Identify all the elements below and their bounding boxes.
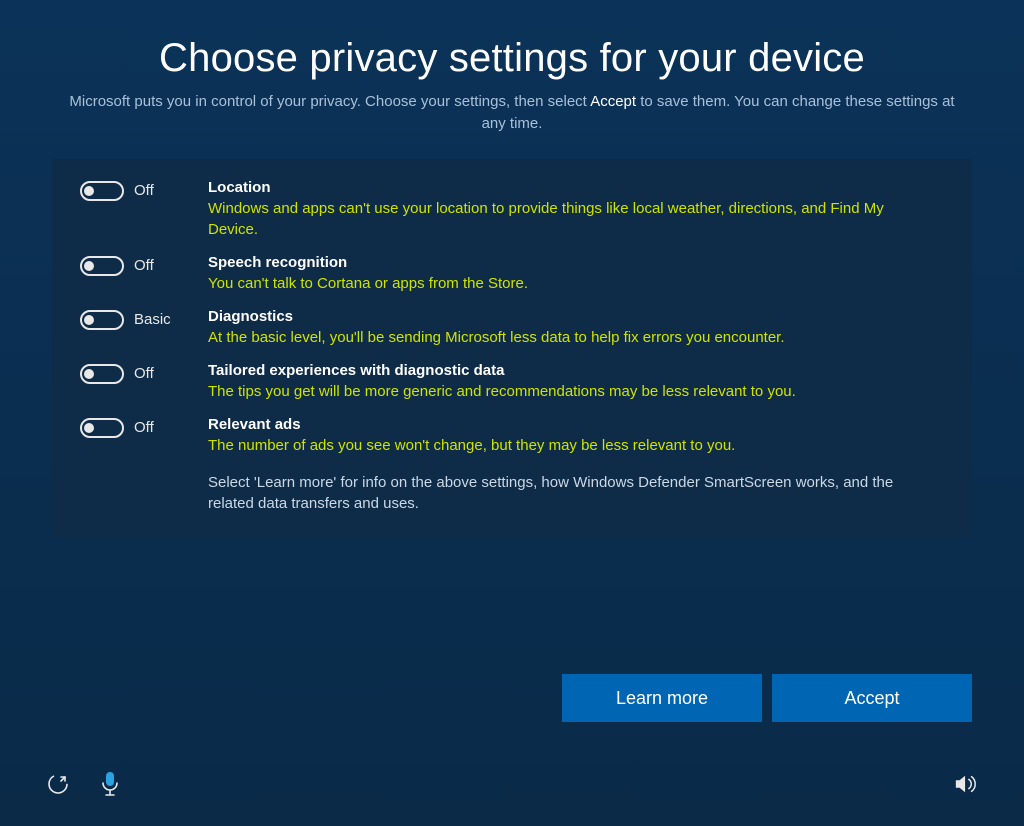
toggle-col: Basic (80, 308, 208, 330)
setting-body: Diagnostics At the basic level, you'll b… (208, 308, 932, 348)
privacy-settings-window: Choose privacy settings for your device … (0, 0, 1024, 826)
toggle-label-location: Off (134, 182, 154, 199)
page-title: Choose privacy settings for your device (60, 36, 964, 81)
setting-body: Speech recognition You can't talk to Cor… (208, 254, 932, 294)
page-subtitle: Microsoft puts you in control of your pr… (60, 91, 964, 135)
accept-button[interactable]: Accept (772, 674, 972, 722)
toggle-col: Off (80, 179, 208, 201)
setting-title-tailored: Tailored experiences with diagnostic dat… (208, 362, 932, 379)
setting-title-location: Location (208, 179, 932, 196)
footer-note-row: Select 'Learn more' for info on the abov… (80, 472, 932, 514)
setting-desc-diagnostics: At the basic level, you'll be sending Mi… (208, 327, 932, 348)
bottom-bar (46, 772, 978, 796)
setting-desc-speech: You can't talk to Cortana or apps from t… (208, 273, 932, 294)
header: Choose privacy settings for your device … (0, 0, 1024, 151)
setting-body: Location Windows and apps can't use your… (208, 179, 932, 240)
setting-title-speech: Speech recognition (208, 254, 932, 271)
toggle-col: Off (80, 362, 208, 384)
toggle-col: Off (80, 416, 208, 438)
toggle-label-speech: Off (134, 257, 154, 274)
setting-body: Tailored experiences with diagnostic dat… (208, 362, 932, 402)
toggle-label-ads: Off (134, 419, 154, 436)
footer-note: Select 'Learn more' for info on the abov… (208, 472, 932, 514)
setting-title-diagnostics: Diagnostics (208, 308, 932, 325)
setting-ads: Off Relevant ads The number of ads you s… (80, 416, 932, 456)
setting-desc-location: Windows and apps can't use your location… (208, 198, 932, 240)
toggle-label-diagnostics: Basic (134, 311, 171, 328)
toggle-location[interactable] (80, 181, 124, 201)
toggle-col: Off (80, 254, 208, 276)
setting-desc-tailored: The tips you get will be more generic an… (208, 381, 932, 402)
toggle-label-tailored: Off (134, 365, 154, 382)
button-row: Learn more Accept (562, 674, 972, 722)
setting-speech: Off Speech recognition You can't talk to… (80, 254, 932, 294)
toggle-speech[interactable] (80, 256, 124, 276)
ease-of-access-icon[interactable] (46, 772, 70, 796)
microphone-icon[interactable] (98, 772, 122, 796)
setting-tailored: Off Tailored experiences with diagnostic… (80, 362, 932, 402)
toggle-tailored[interactable] (80, 364, 124, 384)
setting-body: Relevant ads The number of ads you see w… (208, 416, 932, 456)
setting-desc-ads: The number of ads you see won't change, … (208, 435, 932, 456)
subtitle-pre: Microsoft puts you in control of your pr… (69, 93, 590, 110)
setting-title-ads: Relevant ads (208, 416, 932, 433)
toggle-diagnostics[interactable] (80, 310, 124, 330)
setting-diagnostics: Basic Diagnostics At the basic level, yo… (80, 308, 932, 348)
toggle-ads[interactable] (80, 418, 124, 438)
volume-icon[interactable] (954, 772, 978, 796)
settings-panel: Off Location Windows and apps can't use … (52, 159, 972, 538)
setting-location: Off Location Windows and apps can't use … (80, 179, 932, 240)
subtitle-accept-word: Accept (590, 93, 636, 110)
learn-more-button[interactable]: Learn more (562, 674, 762, 722)
